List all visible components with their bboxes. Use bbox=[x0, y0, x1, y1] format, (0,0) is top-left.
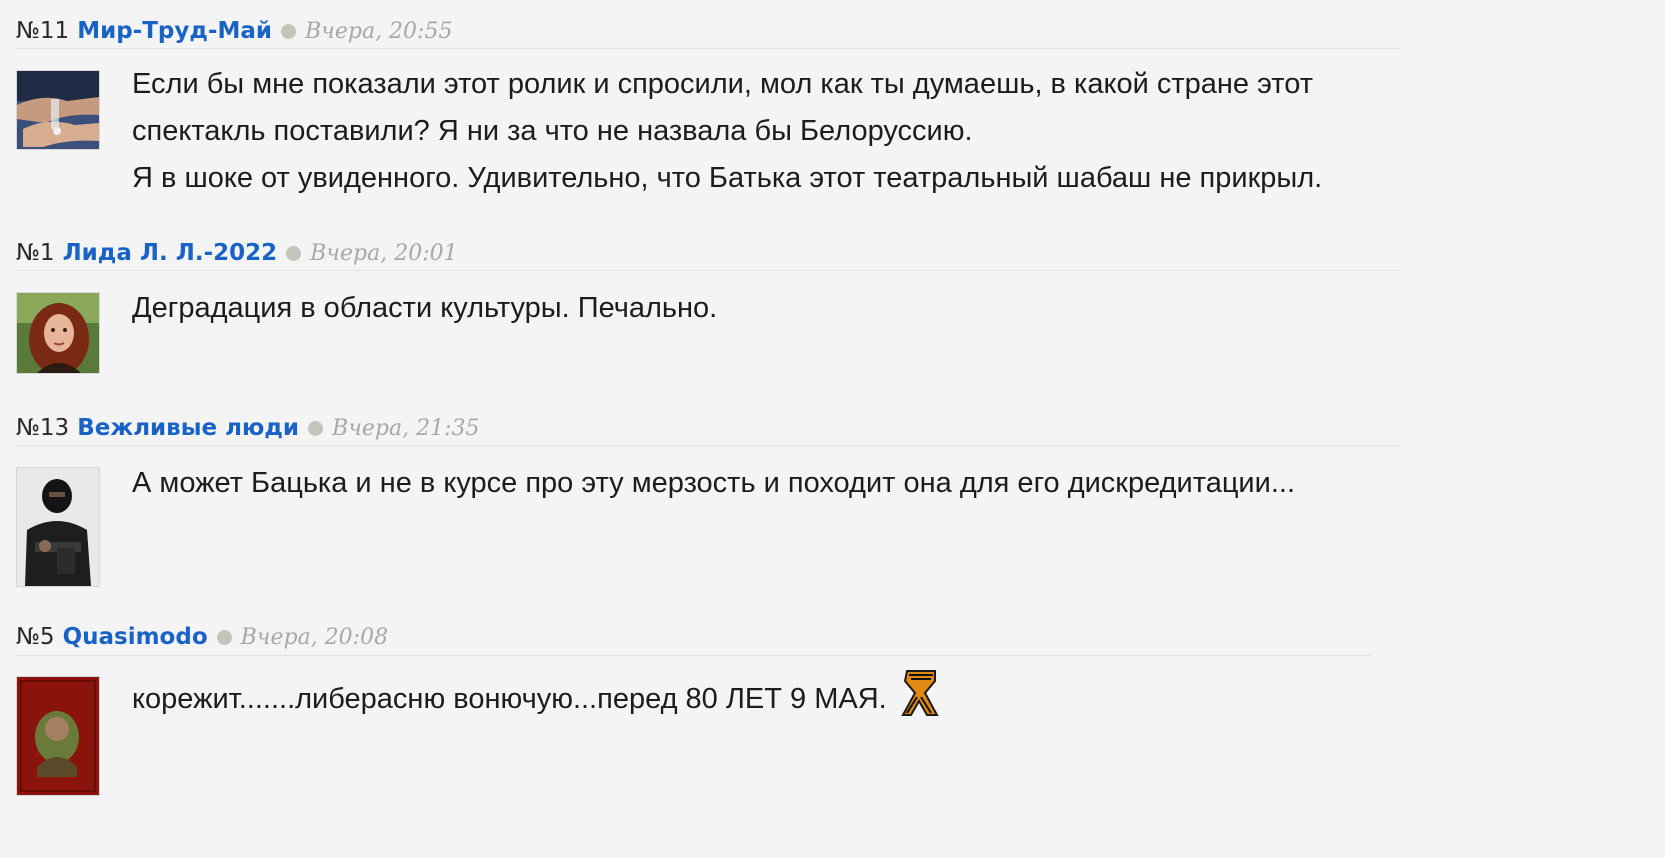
comment-line: Я в шоке от увиденного. Удивительно, что… bbox=[132, 162, 1323, 194]
comment-line: Деградация в области культуры. Печально. bbox=[132, 292, 718, 324]
comment-header: №1 Лида Л. Л.-2022 Вчера, 20:01 bbox=[16, 236, 458, 270]
comment-text: корежит.......либерасню вонючую...перед … bbox=[132, 669, 943, 732]
comment-header: №11 Мир-Труд-Май Вчера, 20:55 bbox=[16, 14, 452, 48]
george-ribbon-icon bbox=[899, 669, 943, 732]
online-status-icon bbox=[308, 420, 324, 436]
comment-text: Если бы мне показали этот ролик и спроси… bbox=[132, 61, 1322, 202]
comment-line: корежит.......либерасню вонючую...перед … bbox=[132, 669, 943, 732]
divider bbox=[16, 270, 1401, 271]
comment-line: А может Бацька и не в курсе про эту мерз… bbox=[132, 467, 1296, 499]
author-link[interactable]: Мир-Труд-Май bbox=[77, 18, 272, 44]
comment-number: №1 bbox=[16, 240, 55, 266]
comment-header: №5 Quasimodo Вчера, 20:08 bbox=[16, 620, 388, 654]
comment-line-text: корежит.......либерасню вонючую...перед … bbox=[132, 683, 887, 716]
comment-number: №11 bbox=[16, 18, 70, 44]
online-status-icon bbox=[281, 23, 296, 39]
comment-line: Если бы мне показали этот ролик и спроси… bbox=[132, 68, 1313, 100]
comment-time: Вчера, 21:35 bbox=[332, 415, 480, 441]
author-link[interactable]: Quasimodo bbox=[63, 624, 208, 650]
comment-number: №13 bbox=[16, 415, 70, 441]
comment-time: Вчера, 20:08 bbox=[240, 624, 389, 650]
divider bbox=[16, 445, 1401, 446]
online-status-icon bbox=[216, 629, 232, 645]
divider bbox=[16, 48, 1401, 49]
comment-header: №13 Вежливые люди Вчера, 21:35 bbox=[16, 411, 480, 445]
online-status-icon bbox=[286, 245, 302, 261]
comment-text: А может Бацька и не в курсе про эту мерз… bbox=[132, 460, 1295, 507]
author-link[interactable]: Лида Л. Л.-2022 bbox=[63, 240, 278, 266]
comment-time: Вчера, 20:55 bbox=[305, 18, 453, 44]
comment-text: Деградация в области культуры. Печально. bbox=[132, 285, 717, 332]
divider bbox=[16, 655, 1371, 656]
comment-line: спектакль поставили? Я ни за что не назв… bbox=[132, 115, 973, 147]
avatar[interactable] bbox=[16, 676, 100, 796]
avatar[interactable] bbox=[16, 467, 100, 587]
comment-time: Вчера, 20:01 bbox=[310, 240, 458, 266]
avatar[interactable] bbox=[16, 292, 100, 374]
avatar[interactable] bbox=[16, 70, 100, 150]
author-link[interactable]: Вежливые люди bbox=[77, 415, 299, 441]
comment-number: №5 bbox=[16, 624, 55, 650]
